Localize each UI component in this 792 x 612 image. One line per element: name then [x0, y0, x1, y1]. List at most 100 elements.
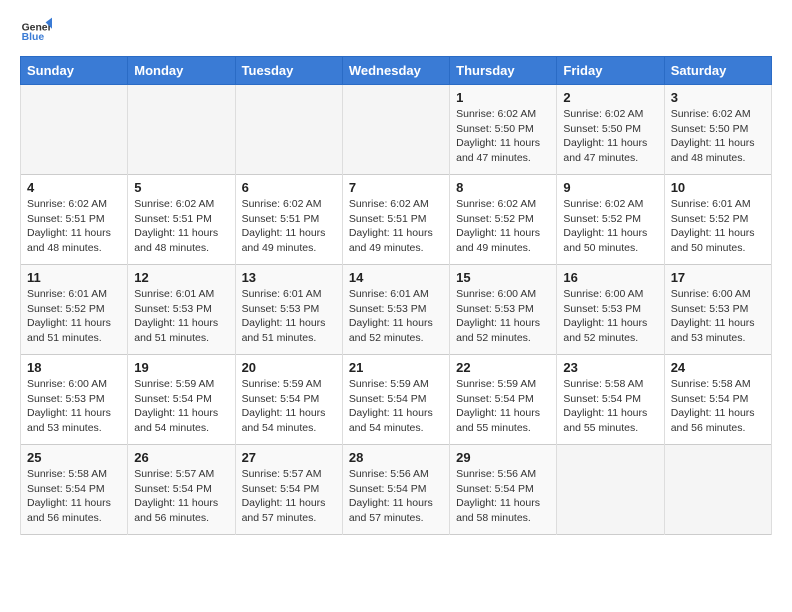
- day-info: Sunrise: 5:57 AM Sunset: 5:54 PM Dayligh…: [134, 467, 228, 526]
- page-header: General Blue: [20, 16, 772, 48]
- day-info: Sunrise: 6:02 AM Sunset: 5:50 PM Dayligh…: [671, 107, 765, 166]
- week-row-5: 25Sunrise: 5:58 AM Sunset: 5:54 PM Dayli…: [21, 445, 772, 535]
- day-cell: [557, 445, 664, 535]
- logo: General Blue: [20, 16, 56, 48]
- day-number: 27: [242, 450, 336, 465]
- day-cell: 27 Sunrise: 5:57 AM Sunset: 5:54 PM Dayli…: [235, 445, 342, 535]
- col-header-tuesday: Tuesday: [235, 57, 342, 85]
- day-cell: 25Sunrise: 5:58 AM Sunset: 5:54 PM Dayli…: [21, 445, 128, 535]
- day-info: Sunrise: 5:59 AM Sunset: 5:54 PM Dayligh…: [134, 377, 228, 436]
- day-number: 24: [671, 360, 765, 375]
- day-number: 10: [671, 180, 765, 195]
- day-cell: 11 Sunrise: 6:01 AM Sunset: 5:52 PM Dayli…: [21, 265, 128, 355]
- day-info: Sunrise: 6:02 AM Sunset: 5:51 PM Dayligh…: [27, 197, 121, 256]
- svg-text:Blue: Blue: [22, 32, 45, 43]
- day-info: Sunrise: 6:01 AM Sunset: 5:52 PM Dayligh…: [27, 287, 121, 346]
- week-row-3: 11 Sunrise: 6:01 AM Sunset: 5:52 PM Dayli…: [21, 265, 772, 355]
- day-number: 16: [563, 270, 657, 285]
- day-cell: [21, 85, 128, 175]
- day-cell: 9 Sunrise: 6:02 AM Sunset: 5:52 PM Daylig…: [557, 175, 664, 265]
- col-header-thursday: Thursday: [450, 57, 557, 85]
- day-cell: 12 Sunrise: 6:01 AM Sunset: 5:53 PM Dayli…: [128, 265, 235, 355]
- day-info: Sunrise: 6:01 AM Sunset: 5:53 PM Dayligh…: [349, 287, 443, 346]
- day-number: 1: [456, 90, 550, 105]
- day-number: 15: [456, 270, 550, 285]
- day-number: 17: [671, 270, 765, 285]
- day-info: Sunrise: 5:59 AM Sunset: 5:54 PM Dayligh…: [456, 377, 550, 436]
- day-info: Sunrise: 5:58 AM Sunset: 5:54 PM Dayligh…: [27, 467, 121, 526]
- day-cell: 16 Sunrise: 6:00 AM Sunset: 5:53 PM Dayli…: [557, 265, 664, 355]
- day-number: 19: [134, 360, 228, 375]
- day-cell: 15 Sunrise: 6:00 AM Sunset: 5:53 PM Dayli…: [450, 265, 557, 355]
- day-number: 5: [134, 180, 228, 195]
- col-header-sunday: Sunday: [21, 57, 128, 85]
- day-cell: 5 Sunrise: 6:02 AM Sunset: 5:51 PM Daylig…: [128, 175, 235, 265]
- day-cell: 21 Sunrise: 5:59 AM Sunset: 5:54 PM Dayli…: [342, 355, 449, 445]
- day-cell: 19 Sunrise: 5:59 AM Sunset: 5:54 PM Dayli…: [128, 355, 235, 445]
- day-info: Sunrise: 6:01 AM Sunset: 5:53 PM Dayligh…: [134, 287, 228, 346]
- day-info: Sunrise: 6:02 AM Sunset: 5:51 PM Dayligh…: [349, 197, 443, 256]
- day-number: 3: [671, 90, 765, 105]
- day-info: Sunrise: 6:02 AM Sunset: 5:52 PM Dayligh…: [563, 197, 657, 256]
- day-cell: 1 Sunrise: 6:02 AM Sunset: 5:50 PM Daylig…: [450, 85, 557, 175]
- day-number: 2: [563, 90, 657, 105]
- day-cell: 22 Sunrise: 5:59 AM Sunset: 5:54 PM Dayli…: [450, 355, 557, 445]
- day-number: 21: [349, 360, 443, 375]
- day-number: 20: [242, 360, 336, 375]
- day-info: Sunrise: 6:02 AM Sunset: 5:51 PM Dayligh…: [242, 197, 336, 256]
- day-info: Sunrise: 5:56 AM Sunset: 5:54 PM Dayligh…: [456, 467, 550, 526]
- col-header-friday: Friday: [557, 57, 664, 85]
- day-number: 9: [563, 180, 657, 195]
- calendar-table: SundayMondayTuesdayWednesdayThursdayFrid…: [20, 56, 772, 535]
- day-number: 12: [134, 270, 228, 285]
- day-cell: 17 Sunrise: 6:00 AM Sunset: 5:53 PM Dayli…: [664, 265, 771, 355]
- day-info: Sunrise: 6:00 AM Sunset: 5:53 PM Dayligh…: [563, 287, 657, 346]
- day-cell: 6 Sunrise: 6:02 AM Sunset: 5:51 PM Daylig…: [235, 175, 342, 265]
- day-cell: 2 Sunrise: 6:02 AM Sunset: 5:50 PM Daylig…: [557, 85, 664, 175]
- day-cell: 14 Sunrise: 6:01 AM Sunset: 5:53 PM Dayli…: [342, 265, 449, 355]
- day-cell: 18Sunrise: 6:00 AM Sunset: 5:53 PM Dayli…: [21, 355, 128, 445]
- day-number: 22: [456, 360, 550, 375]
- week-row-1: 1 Sunrise: 6:02 AM Sunset: 5:50 PM Daylig…: [21, 85, 772, 175]
- day-number: 11: [27, 270, 121, 285]
- logo-icon: General Blue: [20, 16, 52, 48]
- day-info: Sunrise: 5:58 AM Sunset: 5:54 PM Dayligh…: [671, 377, 765, 436]
- day-info: Sunrise: 5:57 AM Sunset: 5:54 PM Dayligh…: [242, 467, 336, 526]
- day-info: Sunrise: 6:00 AM Sunset: 5:53 PM Dayligh…: [671, 287, 765, 346]
- day-number: 26: [134, 450, 228, 465]
- day-cell: [342, 85, 449, 175]
- day-info: Sunrise: 5:59 AM Sunset: 5:54 PM Dayligh…: [349, 377, 443, 436]
- day-info: Sunrise: 6:02 AM Sunset: 5:51 PM Dayligh…: [134, 197, 228, 256]
- day-info: Sunrise: 6:01 AM Sunset: 5:53 PM Dayligh…: [242, 287, 336, 346]
- col-header-saturday: Saturday: [664, 57, 771, 85]
- day-info: Sunrise: 6:02 AM Sunset: 5:50 PM Dayligh…: [563, 107, 657, 166]
- day-cell: 24 Sunrise: 5:58 AM Sunset: 5:54 PM Dayli…: [664, 355, 771, 445]
- week-row-2: 4 Sunrise: 6:02 AM Sunset: 5:51 PM Daylig…: [21, 175, 772, 265]
- col-header-wednesday: Wednesday: [342, 57, 449, 85]
- day-number: 23: [563, 360, 657, 375]
- day-info: Sunrise: 6:02 AM Sunset: 5:50 PM Dayligh…: [456, 107, 550, 166]
- day-number: 8: [456, 180, 550, 195]
- day-number: 29: [456, 450, 550, 465]
- day-cell: [128, 85, 235, 175]
- day-cell: 29 Sunrise: 5:56 AM Sunset: 5:54 PM Dayli…: [450, 445, 557, 535]
- day-info: Sunrise: 6:00 AM Sunset: 5:53 PM Dayligh…: [456, 287, 550, 346]
- day-number: 6: [242, 180, 336, 195]
- day-cell: 28Sunrise: 5:56 AM Sunset: 5:54 PM Dayli…: [342, 445, 449, 535]
- day-cell: 4 Sunrise: 6:02 AM Sunset: 5:51 PM Daylig…: [21, 175, 128, 265]
- day-number: 4: [27, 180, 121, 195]
- day-number: 14: [349, 270, 443, 285]
- day-cell: 13Sunrise: 6:01 AM Sunset: 5:53 PM Dayli…: [235, 265, 342, 355]
- col-header-monday: Monday: [128, 57, 235, 85]
- day-cell: [235, 85, 342, 175]
- day-info: Sunrise: 5:59 AM Sunset: 5:54 PM Dayligh…: [242, 377, 336, 436]
- day-info: Sunrise: 5:58 AM Sunset: 5:54 PM Dayligh…: [563, 377, 657, 436]
- day-info: Sunrise: 6:02 AM Sunset: 5:52 PM Dayligh…: [456, 197, 550, 256]
- day-number: 18: [27, 360, 121, 375]
- day-cell: 10Sunrise: 6:01 AM Sunset: 5:52 PM Dayli…: [664, 175, 771, 265]
- day-cell: 7 Sunrise: 6:02 AM Sunset: 5:51 PM Daylig…: [342, 175, 449, 265]
- day-number: 7: [349, 180, 443, 195]
- day-cell: 20 Sunrise: 5:59 AM Sunset: 5:54 PM Dayli…: [235, 355, 342, 445]
- day-cell: 3 Sunrise: 6:02 AM Sunset: 5:50 PM Daylig…: [664, 85, 771, 175]
- day-info: Sunrise: 5:56 AM Sunset: 5:54 PM Dayligh…: [349, 467, 443, 526]
